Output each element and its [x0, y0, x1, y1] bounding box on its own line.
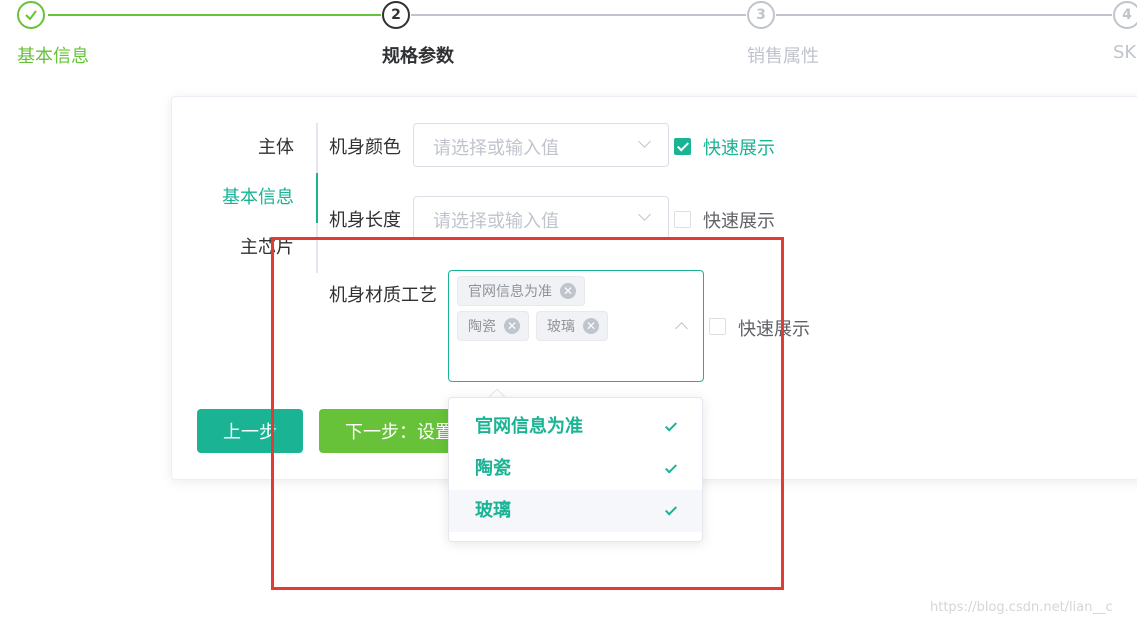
check-icon: [664, 503, 678, 516]
chevron-down-icon: [638, 208, 651, 221]
step-2-number: 2: [382, 1, 410, 29]
material-tag: 玻璃 ✕: [536, 311, 608, 341]
chevron-down-icon: [638, 135, 651, 148]
step-3-title: 销售属性: [747, 46, 819, 67]
length-select[interactable]: 请选择或输入值: [413, 196, 669, 240]
material-tag-label: 玻璃: [547, 319, 575, 335]
check-icon: [664, 461, 678, 474]
quick-show-checkbox-material[interactable]: [709, 318, 726, 335]
spec-group-tabs: 主体 基本信息 主芯片: [172, 123, 318, 273]
step-connector: [776, 14, 1112, 16]
quick-show-checkbox-color[interactable]: [674, 138, 691, 155]
quick-show-checkbox-length[interactable]: [674, 211, 691, 228]
step-1-check-icon: [17, 1, 45, 29]
close-icon[interactable]: ✕: [583, 317, 599, 334]
material-tag: 官网信息为准 ✕: [457, 276, 585, 306]
color-select[interactable]: 请选择或输入值: [413, 123, 669, 167]
prev-step-button[interactable]: 上一步: [197, 409, 303, 453]
dropdown-option-label: 陶瓷: [475, 458, 511, 479]
next-step-button[interactable]: 下一步：设置: [319, 409, 459, 453]
step-4-title: SK: [1113, 42, 1137, 63]
tabs-active-indicator: [316, 173, 318, 223]
tab-main-body[interactable]: 主体: [258, 123, 294, 173]
field-label-length: 机身长度: [329, 210, 401, 231]
quick-show-label-color[interactable]: 快速展示: [703, 134, 775, 160]
field-label-color: 机身颜色: [329, 137, 401, 158]
close-icon[interactable]: ✕: [560, 282, 576, 299]
step-3-number: 3: [747, 1, 775, 29]
step-connector: [411, 14, 746, 16]
step-connector: [48, 14, 381, 16]
dropdown-option[interactable]: 陶瓷: [449, 448, 702, 490]
dropdown-option[interactable]: 玻璃: [449, 490, 702, 532]
dropdown-option[interactable]: 官网信息为准: [449, 406, 702, 448]
step-1-title: 基本信息: [17, 46, 89, 67]
tab-main-chip[interactable]: 主芯片: [240, 223, 294, 273]
quick-show-label-length[interactable]: 快速展示: [703, 207, 775, 233]
quick-show-label-material[interactable]: 快速展示: [738, 315, 810, 341]
length-select-placeholder: 请选择或输入值: [433, 211, 559, 232]
tab-basic-info[interactable]: 基本信息: [222, 173, 294, 223]
watermark: https://blog.csdn.net/lian__c: [930, 600, 1113, 615]
material-tag-label: 官网信息为准: [468, 284, 552, 300]
step-2-title: 规格参数: [382, 46, 454, 67]
material-tag-label: 陶瓷: [468, 319, 496, 335]
check-icon: [664, 419, 678, 432]
step-4-number: 4: [1113, 1, 1137, 29]
chevron-up-icon: [675, 322, 688, 335]
field-label-material: 机身材质工艺: [329, 285, 437, 306]
color-select-placeholder: 请选择或输入值: [433, 138, 559, 159]
material-multi-select[interactable]: 官网信息为准 ✕ 陶瓷 ✕ 玻璃 ✕: [448, 270, 704, 382]
material-dropdown: 官网信息为准 陶瓷 玻璃: [448, 397, 703, 542]
material-tag: 陶瓷 ✕: [457, 311, 529, 341]
dropdown-option-label: 玻璃: [475, 500, 511, 521]
close-icon[interactable]: ✕: [504, 317, 520, 334]
dropdown-option-label: 官网信息为准: [475, 416, 583, 437]
